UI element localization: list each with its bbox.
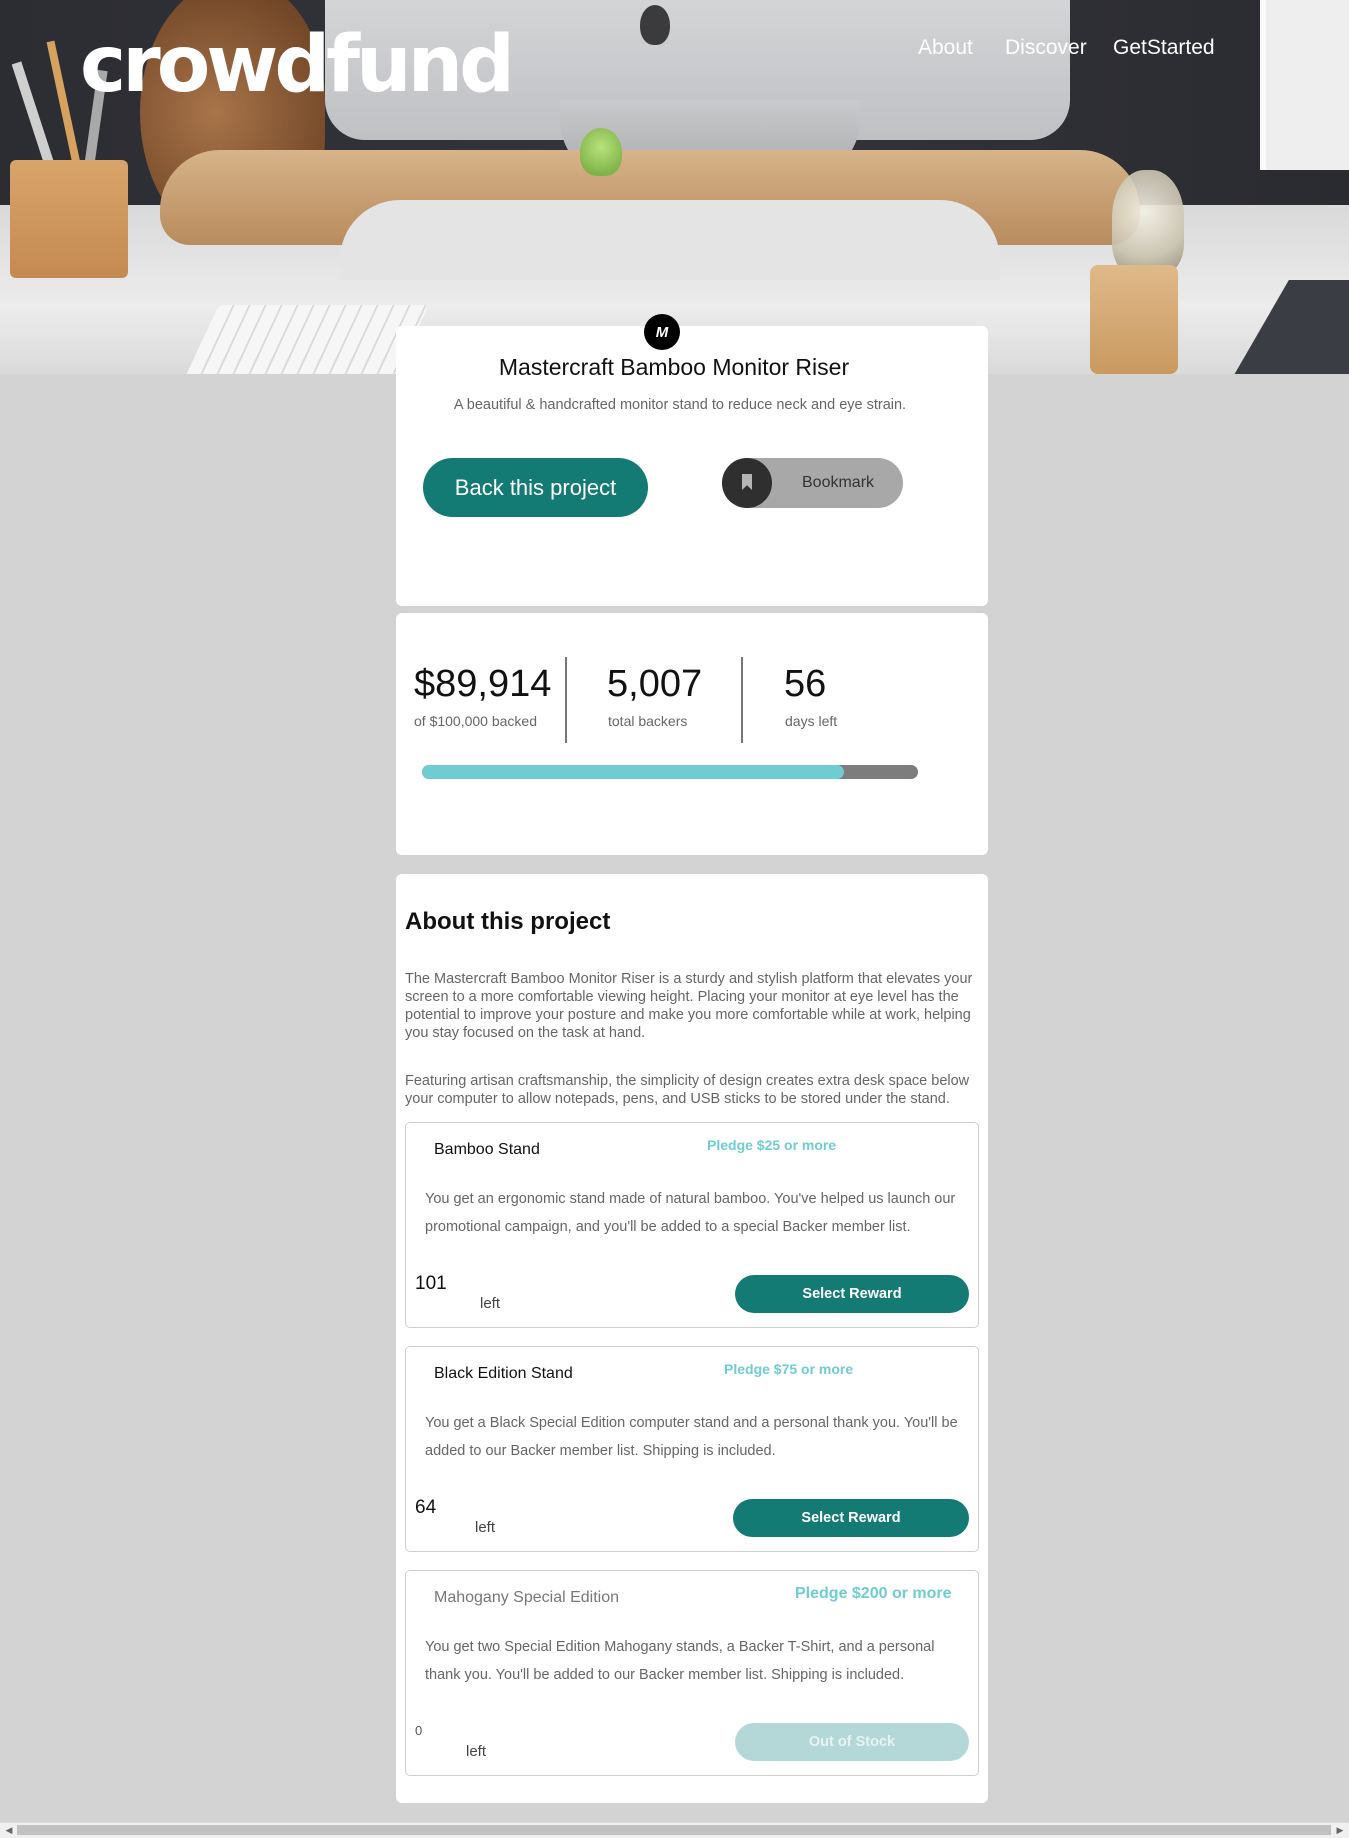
reward-left-label: left: [480, 1295, 501, 1312]
hero-lamp-base: [1090, 265, 1178, 374]
reward-left-label: left: [475, 1519, 496, 1536]
project-title: Mastercraft Bamboo Monitor Riser: [498, 354, 850, 380]
project-logo-badge: M: [644, 314, 680, 350]
stat-divider: [565, 657, 567, 743]
stat-backers: 5,007: [607, 663, 703, 705]
out-of-stock-button[interactable]: Out of Stock: [735, 1723, 969, 1761]
reward-count: 64: [415, 1497, 437, 1518]
select-reward-button[interactable]: Select Reward: [735, 1275, 969, 1313]
project-header-card: Mastercraft Bamboo Monitor Riser A beaut…: [396, 326, 988, 606]
project-subtitle: A beautiful & handcrafted monitor stand …: [453, 397, 907, 413]
reward-count: 101: [415, 1273, 447, 1294]
reward-pledge: Pledge $25 or more: [707, 1137, 837, 1153]
stat-backed-label: of $100,000 backed: [414, 713, 537, 729]
hero-keyboard: [181, 305, 429, 374]
reward-pledge: Pledge $75 or more: [724, 1361, 854, 1377]
about-paragraph: The Mastercraft Bamboo Monitor Riser is …: [405, 971, 973, 1041]
nav-get-started[interactable]: GetStarted: [1113, 36, 1215, 60]
reward-description: You get two Special Edition Mahogany sta…: [425, 1639, 935, 1683]
scrollbar-thumb[interactable]: [17, 1825, 1331, 1835]
stat-backers-label: total backers: [608, 713, 688, 729]
back-project-button[interactable]: Back this project: [423, 458, 648, 517]
hero-frame: [1260, 0, 1349, 170]
funding-progress-bar: [422, 765, 918, 779]
about-paragraph: Featuring artisan craftsmanship, the sim…: [405, 1073, 970, 1107]
stat-days-label: days left: [785, 713, 838, 729]
stat-backed-amount: $89,914: [414, 663, 552, 705]
about-title: About this project: [405, 908, 611, 935]
horizontal-scrollbar[interactable]: ◀ ▶: [0, 1822, 1349, 1838]
reward-name: Mahogany Special Edition: [434, 1589, 620, 1606]
stat-divider: [741, 657, 743, 743]
reward-count: 0: [415, 1723, 423, 1738]
reward-description: You get a Black Special Edition computer…: [425, 1415, 958, 1459]
funding-progress-fill: [422, 765, 844, 779]
reward-card-mahogany: Mahogany Special Edition Pledge $200 or …: [405, 1570, 979, 1776]
stat-days: 56: [784, 663, 827, 705]
hero-bulb: [1112, 170, 1184, 275]
hero-figurine: [580, 128, 622, 176]
hero-pen-holder: [10, 160, 128, 278]
reward-description: You get an ergonomic stand made of natur…: [425, 1191, 956, 1235]
bookmark-button[interactable]: Bookmark: [722, 458, 903, 508]
arrow-left-icon[interactable]: ◀: [2, 1824, 16, 1837]
arrow-right-icon[interactable]: ▶: [1333, 1824, 1347, 1837]
reward-card-black-edition: Black Edition Stand Pledge $75 or more Y…: [405, 1346, 979, 1552]
top-nav: About Discover GetStarted: [0, 36, 1349, 66]
bookmark-label: Bookmark: [802, 474, 875, 491]
select-reward-button[interactable]: Select Reward: [733, 1499, 969, 1537]
reward-name: Bamboo Stand: [434, 1141, 540, 1158]
reward-left-label: left: [466, 1743, 487, 1760]
nav-about[interactable]: About: [918, 36, 973, 60]
bookmark-icon: [722, 458, 772, 508]
stats-card: $89,914 of $100,000 backed 5,007 total b…: [396, 613, 988, 855]
reward-pledge: Pledge $200 or more: [795, 1585, 952, 1602]
reward-card-bamboo: Bamboo Stand Pledge $25 or more You get …: [405, 1122, 979, 1328]
nav-discover[interactable]: Discover: [1005, 36, 1087, 60]
reward-name: Black Edition Stand: [434, 1365, 573, 1382]
hero-riser-gap: [340, 200, 1000, 280]
about-card: About this project The Mastercraft Bambo…: [396, 874, 988, 1803]
